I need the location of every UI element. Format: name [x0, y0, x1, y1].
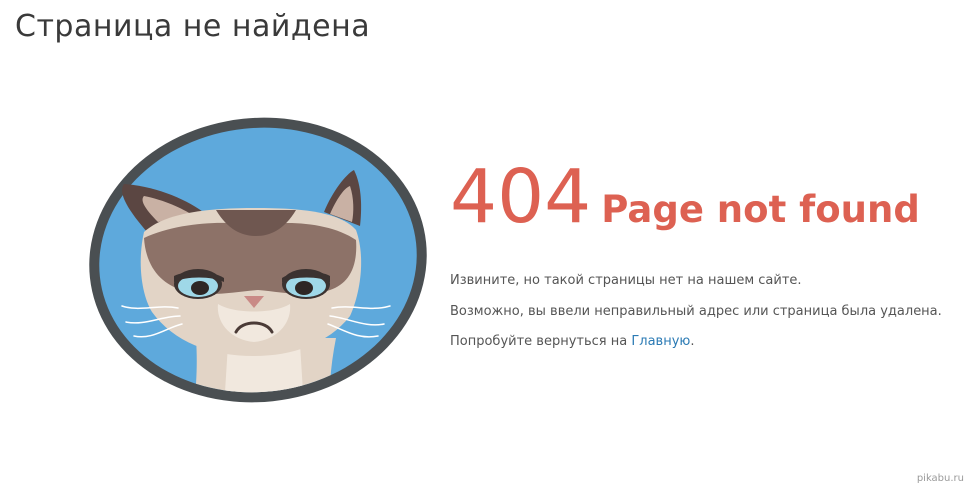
error-headline: 404 Page not found — [450, 160, 965, 234]
error-page: Страница не найдена 404 Page not found И… — [0, 0, 972, 488]
return-hint: Попробуйте вернуться на Главную. — [450, 334, 695, 349]
watermark: pikabu.ru — [916, 473, 964, 484]
reason-text: Возможно, вы ввели неправильный адрес ил… — [450, 304, 942, 319]
error-code: 404 — [450, 154, 592, 240]
return-hint-prefix: Попробуйте вернуться на — [450, 334, 632, 349]
error-content: 404 Page not found Извините, но такой стр… — [450, 160, 965, 349]
right-eye-icon — [282, 269, 330, 299]
home-link[interactable]: Главную — [631, 334, 690, 349]
apology-text: Извините, но такой страницы нет на нашем… — [450, 273, 802, 288]
page-title: Страница не найдена — [15, 9, 371, 44]
return-hint-suffix: . — [690, 334, 695, 349]
error-headline-text: Page not found — [601, 188, 920, 231]
grumpy-cat-illustration — [89, 117, 427, 408]
